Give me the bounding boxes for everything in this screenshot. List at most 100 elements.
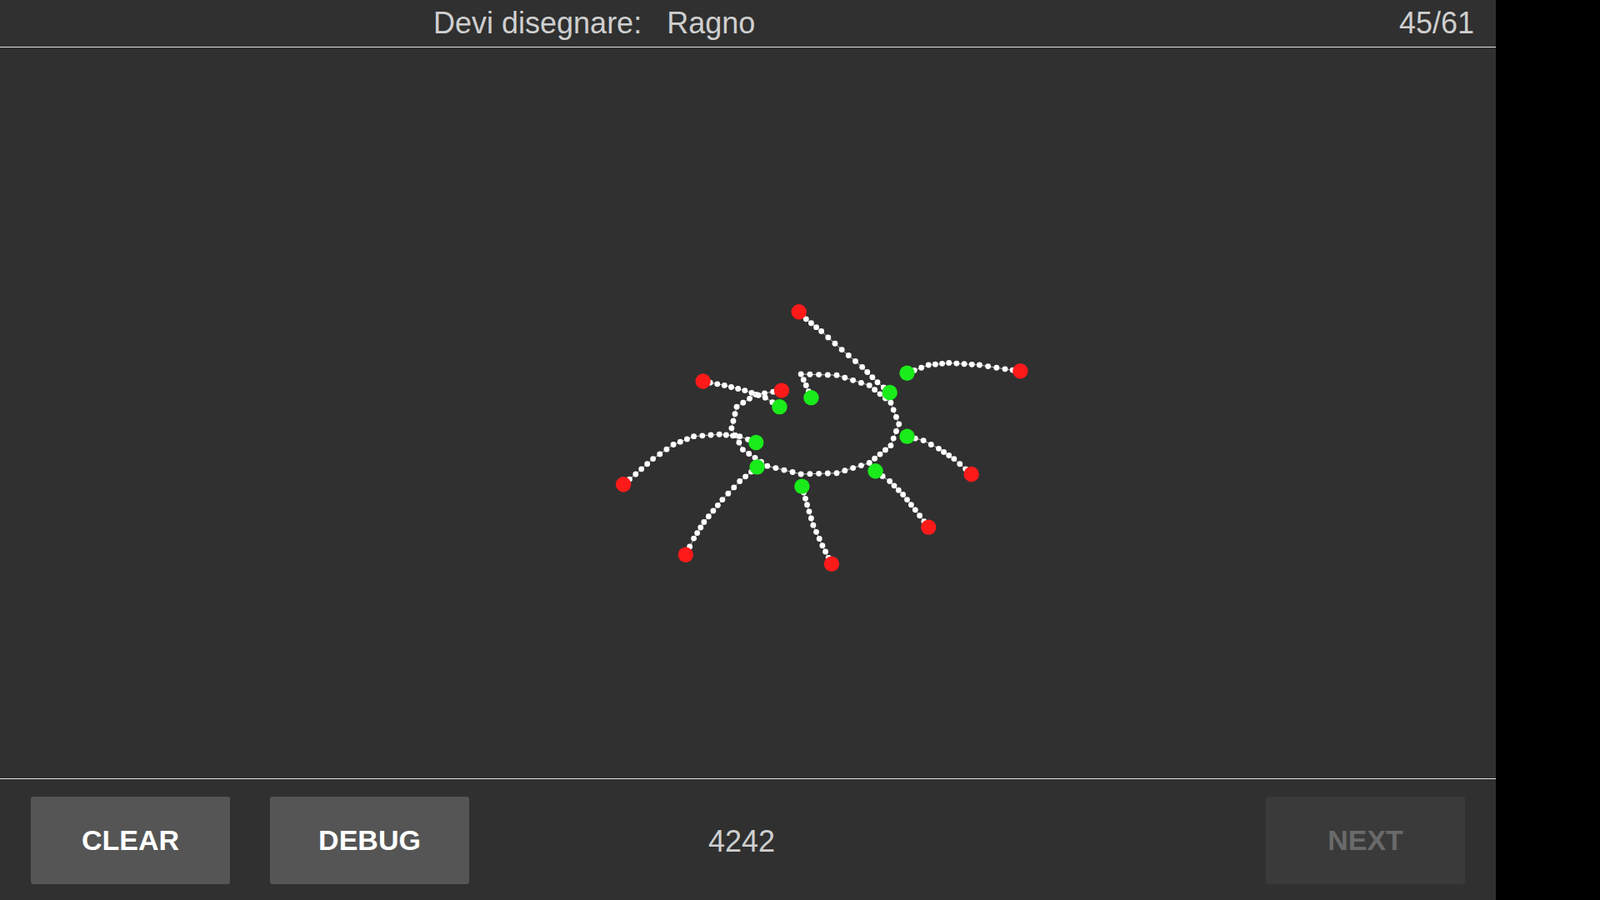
stroke-point <box>730 418 737 425</box>
stroke-point <box>871 386 878 393</box>
stroke-start-marker <box>899 428 915 444</box>
stroke-point <box>916 512 923 519</box>
stroke-point <box>845 352 852 359</box>
stroke-point <box>690 433 697 440</box>
stroke-point <box>816 535 823 542</box>
stroke-line <box>801 486 832 565</box>
stroke-point <box>825 371 831 378</box>
stroke-point <box>961 360 968 367</box>
stroke-point <box>950 455 957 462</box>
action-button[interactable]: CLEAR <box>30 796 230 885</box>
stroke-point <box>893 414 900 420</box>
stroke-point <box>932 361 939 368</box>
stroke-point <box>721 382 728 389</box>
stroke-end-marker <box>1012 363 1028 379</box>
stroke-end-marker <box>824 556 840 572</box>
stroke-point <box>1002 365 1009 372</box>
stroke-point <box>735 440 742 446</box>
stroke-point <box>890 406 897 413</box>
stroke-point <box>956 460 963 467</box>
stroke-point <box>886 478 893 485</box>
stroke-point <box>808 515 815 522</box>
stroke-point <box>730 484 737 490</box>
stroke <box>678 459 765 563</box>
stroke-end-marker <box>678 547 694 563</box>
stroke <box>899 360 1028 381</box>
stroke-point <box>834 372 840 379</box>
stroke-line <box>799 311 890 393</box>
stroke-point <box>699 432 705 439</box>
stroke-point <box>806 508 813 515</box>
stroke-start-marker <box>749 459 765 475</box>
stroke-point <box>887 442 894 449</box>
app-screen: Devi disegnare:Ragno45/61CLEARDEBUG4242N… <box>0 0 1600 900</box>
stroke-point <box>953 360 960 367</box>
stroke-line <box>731 374 900 475</box>
stroke <box>867 463 936 535</box>
stroke-point <box>715 502 721 509</box>
stroke-point <box>904 496 910 503</box>
stroke-start-marker <box>803 390 819 405</box>
stroke-point <box>893 428 900 435</box>
stroke-point <box>719 496 725 503</box>
next-button[interactable]: NEXT <box>1265 796 1465 885</box>
stroke-point <box>839 346 845 353</box>
stroke-point <box>736 478 743 485</box>
stroke-point <box>895 487 902 494</box>
drawing-surface[interactable] <box>0 47 1496 779</box>
stroke-point <box>825 470 831 477</box>
stroke-point <box>798 471 805 478</box>
stroke-point <box>745 450 752 457</box>
progress-counter: 45/61 <box>1399 5 1475 41</box>
stroke-point <box>813 324 820 330</box>
stroke-point <box>832 340 839 347</box>
stroke-point <box>859 364 865 370</box>
stroke-point <box>935 445 942 452</box>
stroke-point <box>822 549 829 555</box>
stroke-point <box>887 400 894 406</box>
stroke-point <box>858 462 865 469</box>
stroke-line <box>623 434 756 485</box>
stroke-point <box>864 369 870 375</box>
stroke-end-marker <box>615 476 631 492</box>
stroke-point <box>850 465 856 471</box>
stroke-point <box>656 450 663 457</box>
stroke-point <box>716 431 723 438</box>
stroke-point <box>749 390 755 396</box>
stroke-point <box>834 470 840 476</box>
stroke-point <box>723 432 730 439</box>
stroke-point <box>841 375 848 381</box>
stroke-point <box>900 491 906 498</box>
stroke-point <box>871 455 878 462</box>
stroke-point <box>650 455 656 462</box>
stroke-point <box>803 382 810 389</box>
stroke-point <box>891 482 898 489</box>
stroke-point <box>772 465 779 471</box>
stroke-point <box>813 529 820 535</box>
stroke-point <box>908 501 915 508</box>
stroke-point <box>741 387 748 394</box>
stroke-point <box>700 519 707 525</box>
stroke-end-marker <box>791 304 807 320</box>
stroke-point <box>869 374 875 380</box>
stroke-point <box>764 463 770 470</box>
stroke-point <box>969 361 975 368</box>
stroke-point <box>677 439 684 445</box>
stroke-point <box>710 508 716 515</box>
stroke-start-marker <box>867 463 883 479</box>
stroke-point <box>928 441 935 448</box>
stroke-point <box>976 362 983 369</box>
stroke-point <box>730 432 736 439</box>
stroke-point <box>877 451 884 458</box>
stroke-start-marker <box>771 399 787 415</box>
stroke-point <box>940 449 947 455</box>
stroke-point <box>841 467 848 474</box>
stroke-point <box>800 376 807 383</box>
drawing-canvas[interactable] <box>0 47 1496 779</box>
stroke-start-marker <box>794 478 810 494</box>
stroke-start-marker <box>748 435 764 450</box>
stroke-line <box>875 470 930 527</box>
stroke-point <box>638 465 645 472</box>
action-button[interactable]: DEBUG <box>270 796 470 885</box>
stroke-point <box>798 371 805 378</box>
